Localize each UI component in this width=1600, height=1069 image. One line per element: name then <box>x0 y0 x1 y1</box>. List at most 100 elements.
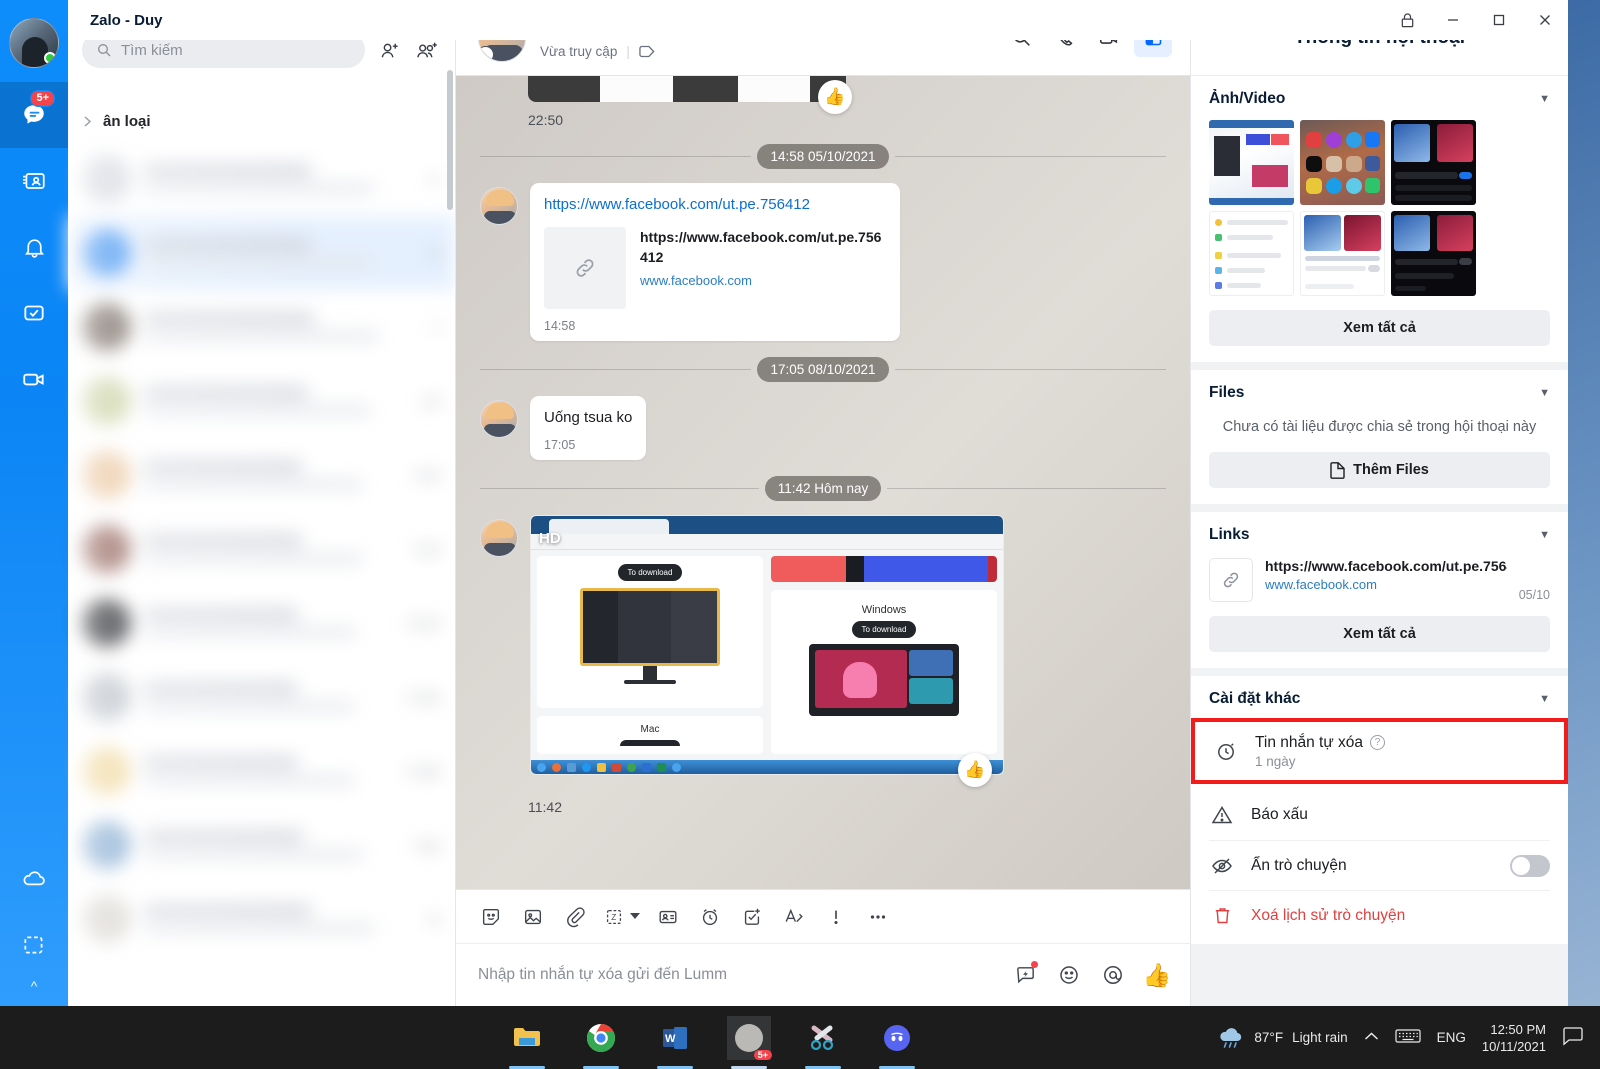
list-item[interactable]: 3 giờ <box>68 438 455 512</box>
message-image-screenshot[interactable]: HD To download Mac Windows To download <box>530 515 1004 775</box>
message-link-url[interactable]: https://www.facebook.com/ut.pe.756412 <box>544 195 886 215</box>
sidebar-item-notifications[interactable] <box>0 214 68 280</box>
setting-hide-conversation[interactable]: Ẩn trò chuyện <box>1209 840 1550 890</box>
setting-self-destruct-messages[interactable]: Tin nhắn tự xóa ? 1 ngày <box>1213 726 1546 776</box>
list-item[interactable]: giờ <box>68 364 455 438</box>
image-button[interactable] <box>514 898 552 936</box>
screen-capture-button[interactable]: Z <box>598 898 645 936</box>
taskbar-google-chrome[interactable] <box>579 1016 623 1069</box>
create-group-button[interactable] <box>413 36 441 64</box>
sidebar-item-todo[interactable] <box>0 280 68 346</box>
taskbar-clock[interactable]: 12:50 PM 10/11/2021 <box>1482 1021 1546 1055</box>
mention-button[interactable] <box>1098 960 1128 990</box>
media-thumbnail[interactable] <box>1300 120 1385 205</box>
input-language-button[interactable]: ENG <box>1437 1030 1466 1045</box>
todo-task-button[interactable] <box>733 898 771 936</box>
avatar[interactable] <box>480 400 518 438</box>
keyboard-icon <box>1395 1029 1421 1043</box>
media-thumbnail[interactable] <box>1209 120 1294 205</box>
search-placeholder: Tìm kiếm <box>121 41 183 59</box>
user-avatar[interactable] <box>9 18 59 68</box>
add-files-button[interactable]: Thêm Files <box>1209 452 1550 488</box>
taskbar-snipping-tool[interactable] <box>801 1016 845 1069</box>
more-options-button[interactable] <box>859 898 897 936</box>
message-list[interactable]: 👍 22:50 14:58 05/10/2021 https://www.fac… <box>456 76 1190 889</box>
minimize-button[interactable] <box>1430 0 1476 40</box>
avatar[interactable] <box>480 519 518 557</box>
taskbar-zalo[interactable]: 5+ <box>727 1015 772 1069</box>
reaction-thumbs-up[interactable]: 👍 <box>958 753 992 787</box>
conversation-rows[interactable]: oc ày ờ giờ 3 giờ 4 giờ 20 giờ 2 ngày 2 … <box>68 142 455 1006</box>
add-files-label: Thêm Files <box>1353 462 1429 478</box>
list-item[interactable]: 20 giờ <box>68 586 455 660</box>
message-input-row[interactable]: Nhập tin nhắn tự xóa gửi đến Lumm 👍 <box>456 944 1190 1006</box>
message-bubble[interactable]: Uống tsua ko 17:05 <box>530 396 647 460</box>
tag-icon[interactable] <box>639 44 656 59</box>
list-item[interactable]: ờ <box>68 290 455 364</box>
info-panel-scroll[interactable]: Ảnh/Video ▼ Xem tất cả Files ▼ Chưa có t… <box>1191 76 1568 1006</box>
taskbar-file-explorer[interactable] <box>505 1016 549 1069</box>
chevron-down-icon[interactable]: ▼ <box>1539 93 1550 105</box>
media-thumbnail[interactable] <box>1300 211 1385 296</box>
list-item[interactable]: https://www.facebook.com/ut.pe.756412 ww… <box>1209 558 1550 602</box>
reminder-button[interactable] <box>691 898 729 936</box>
sticker-button[interactable] <box>472 898 510 936</box>
thumbs-up-button[interactable]: 👍 <box>1142 960 1172 990</box>
media-thumbnail[interactable] <box>1391 211 1476 296</box>
chevron-down-icon[interactable]: ▼ <box>1539 693 1550 705</box>
link-preview-card[interactable]: https://www.facebook.com/ut.pe.756412 ww… <box>544 227 886 309</box>
composer-toolbar: Z <box>456 890 1190 944</box>
hide-conversation-toggle[interactable] <box>1510 854 1550 877</box>
taskbar-weather[interactable]: 87°F Light rain <box>1217 1027 1348 1049</box>
sidebar-item-screenshot[interactable] <box>0 912 68 978</box>
media-thumbnail[interactable] <box>1391 120 1476 205</box>
attach-file-button[interactable] <box>556 898 594 936</box>
emoji-button[interactable] <box>1054 960 1084 990</box>
show-hidden-icons-button[interactable] <box>1364 1030 1379 1045</box>
message-image-cropped[interactable] <box>528 76 846 102</box>
taskbar-apps: W 5+ <box>505 1015 919 1069</box>
setting-delete-history[interactable]: Xoá lịch sử trò chuyện <box>1209 890 1550 940</box>
quick-message-button[interactable] <box>1010 960 1040 990</box>
list-item[interactable]: ày <box>68 882 455 956</box>
links-see-all-button[interactable]: Xem tất cả <box>1209 616 1550 652</box>
add-friend-button[interactable] <box>375 36 403 64</box>
chevron-down-icon[interactable] <box>630 913 640 920</box>
conversation-scrollbar[interactable] <box>447 70 453 210</box>
lock-button[interactable] <box>1384 0 1430 40</box>
message-input[interactable]: Nhập tin nhắn tự xóa gửi đến Lumm <box>478 966 996 984</box>
setting-report[interactable]: Báo xấu <box>1209 790 1550 840</box>
media-thumbnail[interactable] <box>1209 211 1294 296</box>
list-item[interactable]: oc <box>68 142 455 216</box>
list-item[interactable]: 4 giờ <box>68 512 455 586</box>
list-item[interactable]: 2 ngày <box>68 734 455 808</box>
taskbar-microsoft-word[interactable]: W <box>653 1016 697 1069</box>
reaction-thumbs-up[interactable]: 👍 <box>818 80 852 114</box>
sidebar-item-video[interactable] <box>0 346 68 412</box>
help-icon[interactable]: ? <box>1370 735 1386 750</box>
list-item[interactable]: 2 ngày <box>68 660 455 734</box>
image-icon <box>524 909 542 924</box>
text-format-button[interactable] <box>775 898 813 936</box>
sidebar-item-cloud[interactable] <box>0 846 68 912</box>
sidebar-item-contacts[interactable] <box>0 148 68 214</box>
list-item[interactable]: ày <box>68 216 455 290</box>
avatar[interactable] <box>480 187 518 225</box>
chevron-down-icon[interactable]: ▼ <box>1539 387 1550 399</box>
business-card-button[interactable] <box>649 898 687 936</box>
list-item[interactable]: ngày <box>68 808 455 882</box>
conversation-filter[interactable]: ân loại <box>68 100 455 142</box>
alarm-clock-icon <box>702 908 718 925</box>
message-bubble[interactable]: https://www.facebook.com/ut.pe.756412 ht… <box>530 183 900 341</box>
close-button[interactable] <box>1522 0 1568 40</box>
chevron-down-icon[interactable]: ▼ <box>1539 529 1550 541</box>
rail-collapse-caret[interactable]: ^ <box>31 978 38 1006</box>
priority-button[interactable] <box>817 898 855 936</box>
taskbar-discord[interactable] <box>875 1016 919 1069</box>
keyboard-layout-button[interactable] <box>1395 1027 1421 1048</box>
notifications-button[interactable] <box>1562 1026 1584 1049</box>
maximize-button[interactable] <box>1476 0 1522 40</box>
sidebar-item-messages[interactable]: 5+ <box>0 82 68 148</box>
media-see-all-button[interactable]: Xem tất cả <box>1209 310 1550 346</box>
date-divider-label: 11:42 Hôm nay <box>764 476 882 501</box>
